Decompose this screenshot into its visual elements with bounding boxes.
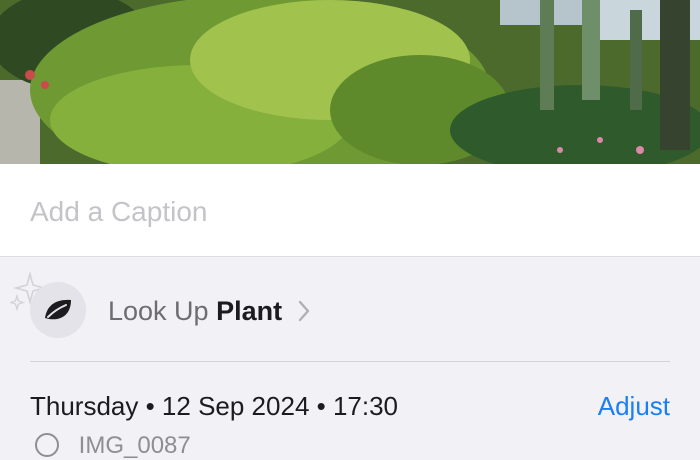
look-up-prefix: Look Up: [108, 296, 209, 326]
garden-photo: [0, 0, 700, 164]
caption-area: [0, 164, 700, 257]
chevron-right-icon: [298, 300, 309, 322]
look-up-plant-button[interactable]: Look Up Plant: [0, 268, 700, 354]
photo-datetime: Thursday • 12 Sep 2024 • 17:30: [30, 391, 399, 421]
camera-icon: [35, 433, 59, 457]
filename: IMG_0087: [78, 432, 191, 459]
adjust-button[interactable]: Adjust: [598, 391, 670, 422]
photo-preview[interactable]: [0, 0, 700, 164]
caption-input[interactable]: [30, 192, 670, 232]
look-up-subject: Plant: [216, 296, 283, 326]
divider: [30, 361, 670, 362]
filename-row: IMG_0087: [34, 432, 191, 460]
leaf-icon: [45, 299, 71, 320]
look-up-label: Look Up Plant: [108, 296, 310, 327]
leaf-badge: [30, 282, 86, 338]
